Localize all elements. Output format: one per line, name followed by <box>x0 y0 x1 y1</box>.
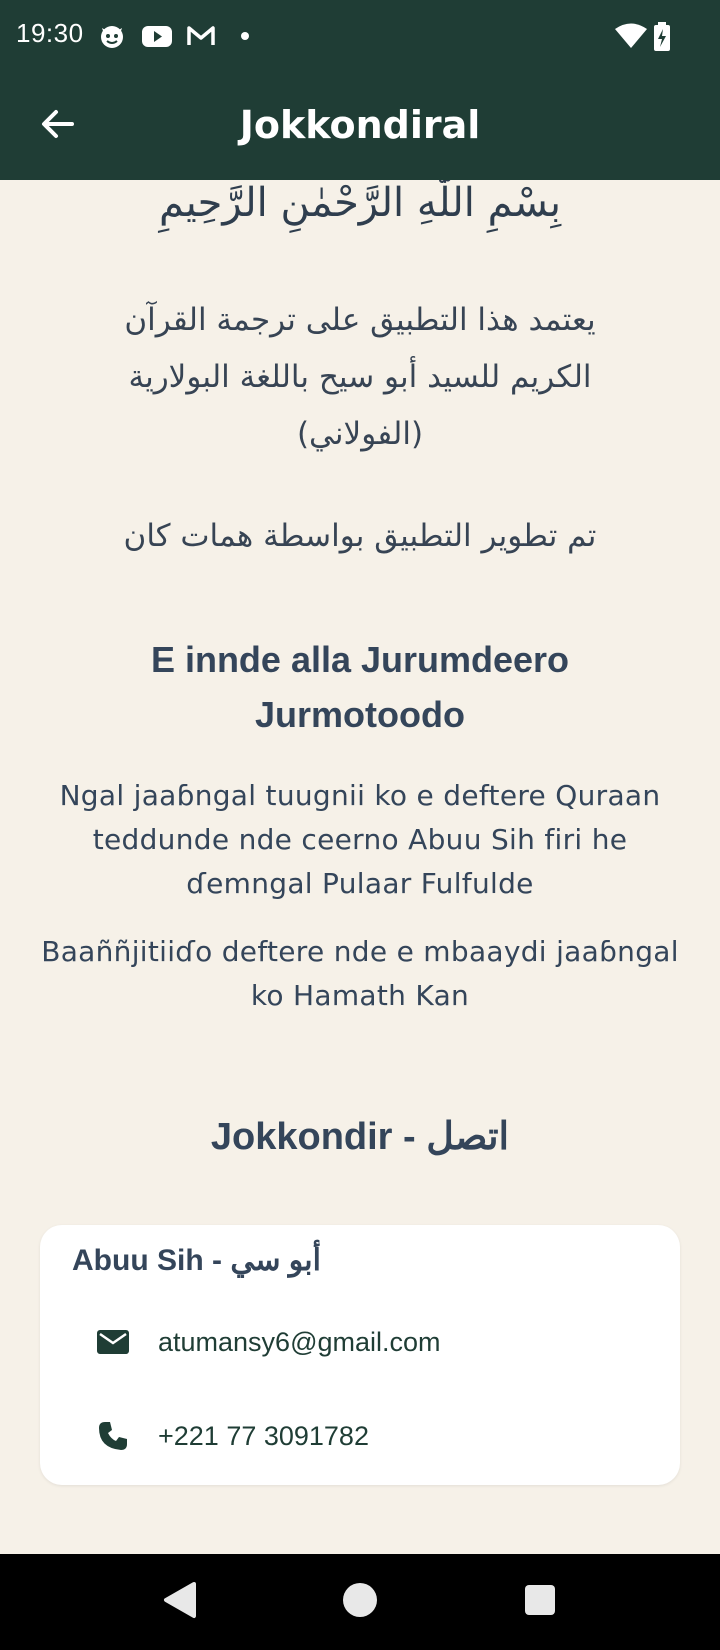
arrow-back-icon <box>40 106 76 146</box>
about-heading: E innde alla Jurumdeero Jurmotoodo <box>150 639 570 735</box>
phone-icon <box>96 1419 130 1453</box>
phone-row[interactable]: +221 77 3091782 <box>96 1411 369 1461</box>
contact-email[interactable]: atumansy6@gmail.com <box>158 1327 441 1358</box>
youtube-icon <box>141 22 173 50</box>
wifi-icon <box>614 22 648 50</box>
recents-nav-button[interactable] <box>518 1580 562 1624</box>
app-bar: Jokkondiral <box>0 72 720 180</box>
screen: 19:30 Jokkondiral بِسْمِ اللّٰهِ الرَّحْ… <box>0 0 720 1650</box>
cat-notification-icon <box>98 22 126 50</box>
gmail-icon <box>186 22 216 50</box>
contact-heading: Jokkondir - اتصل <box>210 1116 510 1158</box>
dot-icon <box>238 22 252 50</box>
contact-card: Abuu Sih - أبو سي atumansy6@gmail.com +2… <box>40 1225 680 1485</box>
back-button[interactable] <box>30 98 86 154</box>
email-icon <box>96 1325 130 1359</box>
status-bar: 19:30 <box>0 0 720 72</box>
recents-nav-icon <box>522 1582 558 1622</box>
home-nav-icon <box>340 1580 380 1624</box>
arabic-developer-text: تم تطوير التطبيق بواسطة همات كان <box>123 518 597 554</box>
battery-charging-icon <box>652 22 672 51</box>
system-nav-bar <box>0 1554 720 1650</box>
back-nav-icon <box>162 1580 198 1624</box>
contact-name: Abuu Sih - أبو سي <box>72 1244 321 1277</box>
page-title: Jokkondiral <box>239 103 481 147</box>
about-content: بِسْمِ اللّٰهِ الرَّحْمٰنِ الرَّحِيمِ يع… <box>0 180 720 1554</box>
intro-paragraph: Ngal jaaɓngal tuugnii ko e deftere Quraa… <box>59 779 661 900</box>
status-time: 19:30 <box>16 18 84 48</box>
back-nav-button[interactable] <box>158 1580 202 1624</box>
basmala-text: بِسْمِ اللّٰهِ الرَّحْمٰنِ الرَّحِيمِ <box>158 180 562 226</box>
developer-paragraph: Baaññjitiiɗo deftere nde e mbaaydi jaaɓn… <box>41 935 679 1012</box>
contact-phone[interactable]: +221 77 3091782 <box>158 1421 369 1452</box>
arabic-intro-text: يعتمد هذا التطبيق على ترجمة القرآن الكري… <box>124 302 596 452</box>
email-row[interactable]: atumansy6@gmail.com <box>96 1317 441 1367</box>
home-nav-button[interactable] <box>338 1580 382 1624</box>
